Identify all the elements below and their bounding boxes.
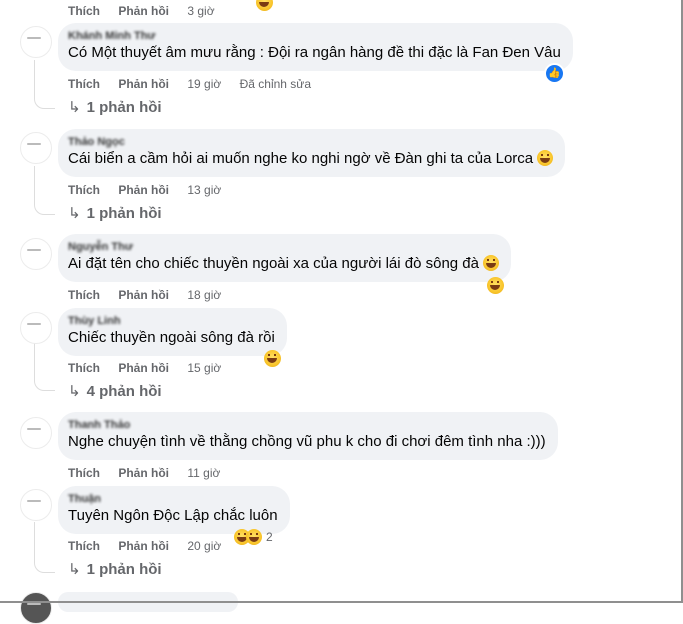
avatar[interactable] xyxy=(20,238,52,270)
like-link[interactable]: Thích xyxy=(68,466,100,480)
view-replies-link[interactable]: ↳ 4 phản hồi xyxy=(68,382,162,402)
comment-text: Tuyên Ngôn Độc Lập chắc luôn xyxy=(68,507,278,524)
comment-actions: Thích Phản hồi 20 giờ xyxy=(68,538,236,554)
like-link[interactable]: Thích xyxy=(68,361,100,375)
reply-arrow-icon: ↳ xyxy=(68,205,81,222)
reply-link[interactable]: Phản hồi xyxy=(118,361,169,375)
comment-text: Nghe chuyện tình về thằng chồng vũ phu k… xyxy=(68,433,546,450)
comment-author[interactable]: Nguyễn Thư xyxy=(68,241,499,253)
view-replies-link[interactable]: ↳ 1 phản hồi xyxy=(68,98,162,118)
view-replies-link[interactable]: ↳ 1 phản hồi xyxy=(68,204,162,224)
comment-author[interactable]: Khánh Minh Thư xyxy=(68,30,561,42)
avatar[interactable] xyxy=(20,26,52,58)
comment-bubble: Thùy Linh Chiếc thuyền ngoài sông đà rồi xyxy=(58,308,287,356)
comment-text: Chiếc thuyền ngoài sông đà rồi xyxy=(68,329,275,346)
thread-line xyxy=(34,340,35,378)
comment-author[interactable]: Thùy Linh xyxy=(68,315,275,327)
reaction-summary[interactable]: 2 xyxy=(234,529,273,545)
comment-actions: Thích Phản hồi 15 giờ xyxy=(68,360,236,376)
comment-text-content: Ai đặt tên cho chiếc thuyền ngoài xa của… xyxy=(68,255,479,272)
like-link[interactable]: Thích xyxy=(68,288,100,302)
comment-time[interactable]: 13 giờ xyxy=(187,183,221,197)
comment-actions: Thích Phản hồi 19 giờ Đã chỉnh sửa xyxy=(68,76,311,92)
comment-actions-top: Thích Phản hồi 3 giờ xyxy=(68,3,230,19)
comment-time[interactable]: 20 giờ xyxy=(187,539,221,553)
comment-author[interactable]: Thảo Ngọc xyxy=(68,136,553,148)
like-link[interactable]: Thích xyxy=(68,183,100,197)
avatar[interactable] xyxy=(20,132,52,164)
thread-line xyxy=(34,522,35,560)
comment-time[interactable]: 3 giờ xyxy=(187,4,214,18)
reply-link[interactable]: Phản hồi xyxy=(118,77,169,91)
haha-icon xyxy=(264,350,281,367)
thread-branch xyxy=(34,558,55,573)
reaction-count: 2 xyxy=(266,530,273,544)
comment-bubble: Thanh Thảo Nghe chuyện tình về thằng chồ… xyxy=(58,412,558,460)
like-link[interactable]: Thích xyxy=(68,539,100,553)
view-replies-link[interactable]: ↳ 1 phản hồi xyxy=(68,560,162,580)
avatar[interactable] xyxy=(20,592,52,624)
comment-bubble: Thảo Ngọc Cái biển a cầm hỏi ai muốn ngh… xyxy=(58,129,566,177)
thread-branch xyxy=(34,94,55,109)
replies-count: 1 phản hồi xyxy=(86,205,162,222)
comment-time[interactable]: 18 giờ xyxy=(187,288,221,302)
avatar[interactable] xyxy=(20,312,52,344)
comment-actions: Thích Phản hồi 18 giờ xyxy=(68,287,236,303)
haha-reaction[interactable] xyxy=(264,350,281,369)
replies-count: 4 phản hồi xyxy=(86,383,162,400)
comment-text: Ai đặt tên cho chiếc thuyền ngoài xa của… xyxy=(68,254,499,274)
comment-time[interactable]: 19 giờ xyxy=(187,77,221,91)
reply-link[interactable]: Phản hồi xyxy=(118,4,169,18)
laughing-emoji-icon xyxy=(482,255,499,271)
comment-actions: Thích Phản hồi 11 giờ xyxy=(68,465,235,481)
comment-text: Có Một thuyết âm mưu rằng : Đội ra ngân … xyxy=(68,44,561,61)
haha-reaction[interactable] xyxy=(487,277,504,296)
comment-author[interactable]: Thuận xyxy=(68,493,278,505)
comment-bubble: Khánh Minh Thư Có Một thuyết âm mưu rằng… xyxy=(58,23,573,71)
reply-link[interactable]: Phản hồi xyxy=(118,539,169,553)
thread-line xyxy=(34,166,35,202)
replies-count: 1 phản hồi xyxy=(86,561,162,578)
laughing-emoji-icon xyxy=(537,150,554,166)
comment-bubble: Thuận Tuyên Ngôn Độc Lập chắc luôn xyxy=(58,486,290,534)
like-reaction-badge[interactable]: 👍 xyxy=(544,63,565,84)
like-icon: 👍 xyxy=(548,68,561,79)
reply-arrow-icon: ↳ xyxy=(68,99,81,116)
comment-time[interactable]: 15 giờ xyxy=(187,361,221,375)
comment-author[interactable]: Thanh Thảo xyxy=(68,419,546,431)
reply-link[interactable]: Phản hồi xyxy=(118,466,169,480)
thread-line xyxy=(34,60,35,96)
haha-icon xyxy=(246,529,262,545)
haha-icon xyxy=(256,0,273,11)
replies-count: 1 phản hồi xyxy=(86,99,162,116)
reply-link[interactable]: Phản hồi xyxy=(118,288,169,302)
comment-actions: Thích Phản hồi 13 giờ xyxy=(68,182,236,198)
haha-icon xyxy=(487,277,504,294)
like-link[interactable]: Thích xyxy=(68,4,100,18)
haha-reaction[interactable] xyxy=(256,0,273,13)
comment-bubble: Nguyễn Thư Ai đặt tên cho chiếc thuyền n… xyxy=(58,234,511,282)
comment-time[interactable]: 11 giờ xyxy=(187,466,220,480)
avatar[interactable] xyxy=(20,417,52,449)
reply-arrow-icon: ↳ xyxy=(68,383,81,400)
comment-text: Cái biển a cầm hỏi ai muốn nghe ko nghi … xyxy=(68,149,554,169)
comment-text-content: Cái biển a cầm hỏi ai muốn nghe ko nghi … xyxy=(68,150,534,167)
reply-arrow-icon: ↳ xyxy=(68,561,81,578)
avatar[interactable] xyxy=(20,489,52,521)
like-link[interactable]: Thích xyxy=(68,77,100,91)
reply-link[interactable]: Phản hồi xyxy=(118,183,169,197)
edited-label: Đã chỉnh sửa xyxy=(239,77,311,91)
thread-branch xyxy=(34,200,55,215)
thread-branch xyxy=(34,376,55,391)
